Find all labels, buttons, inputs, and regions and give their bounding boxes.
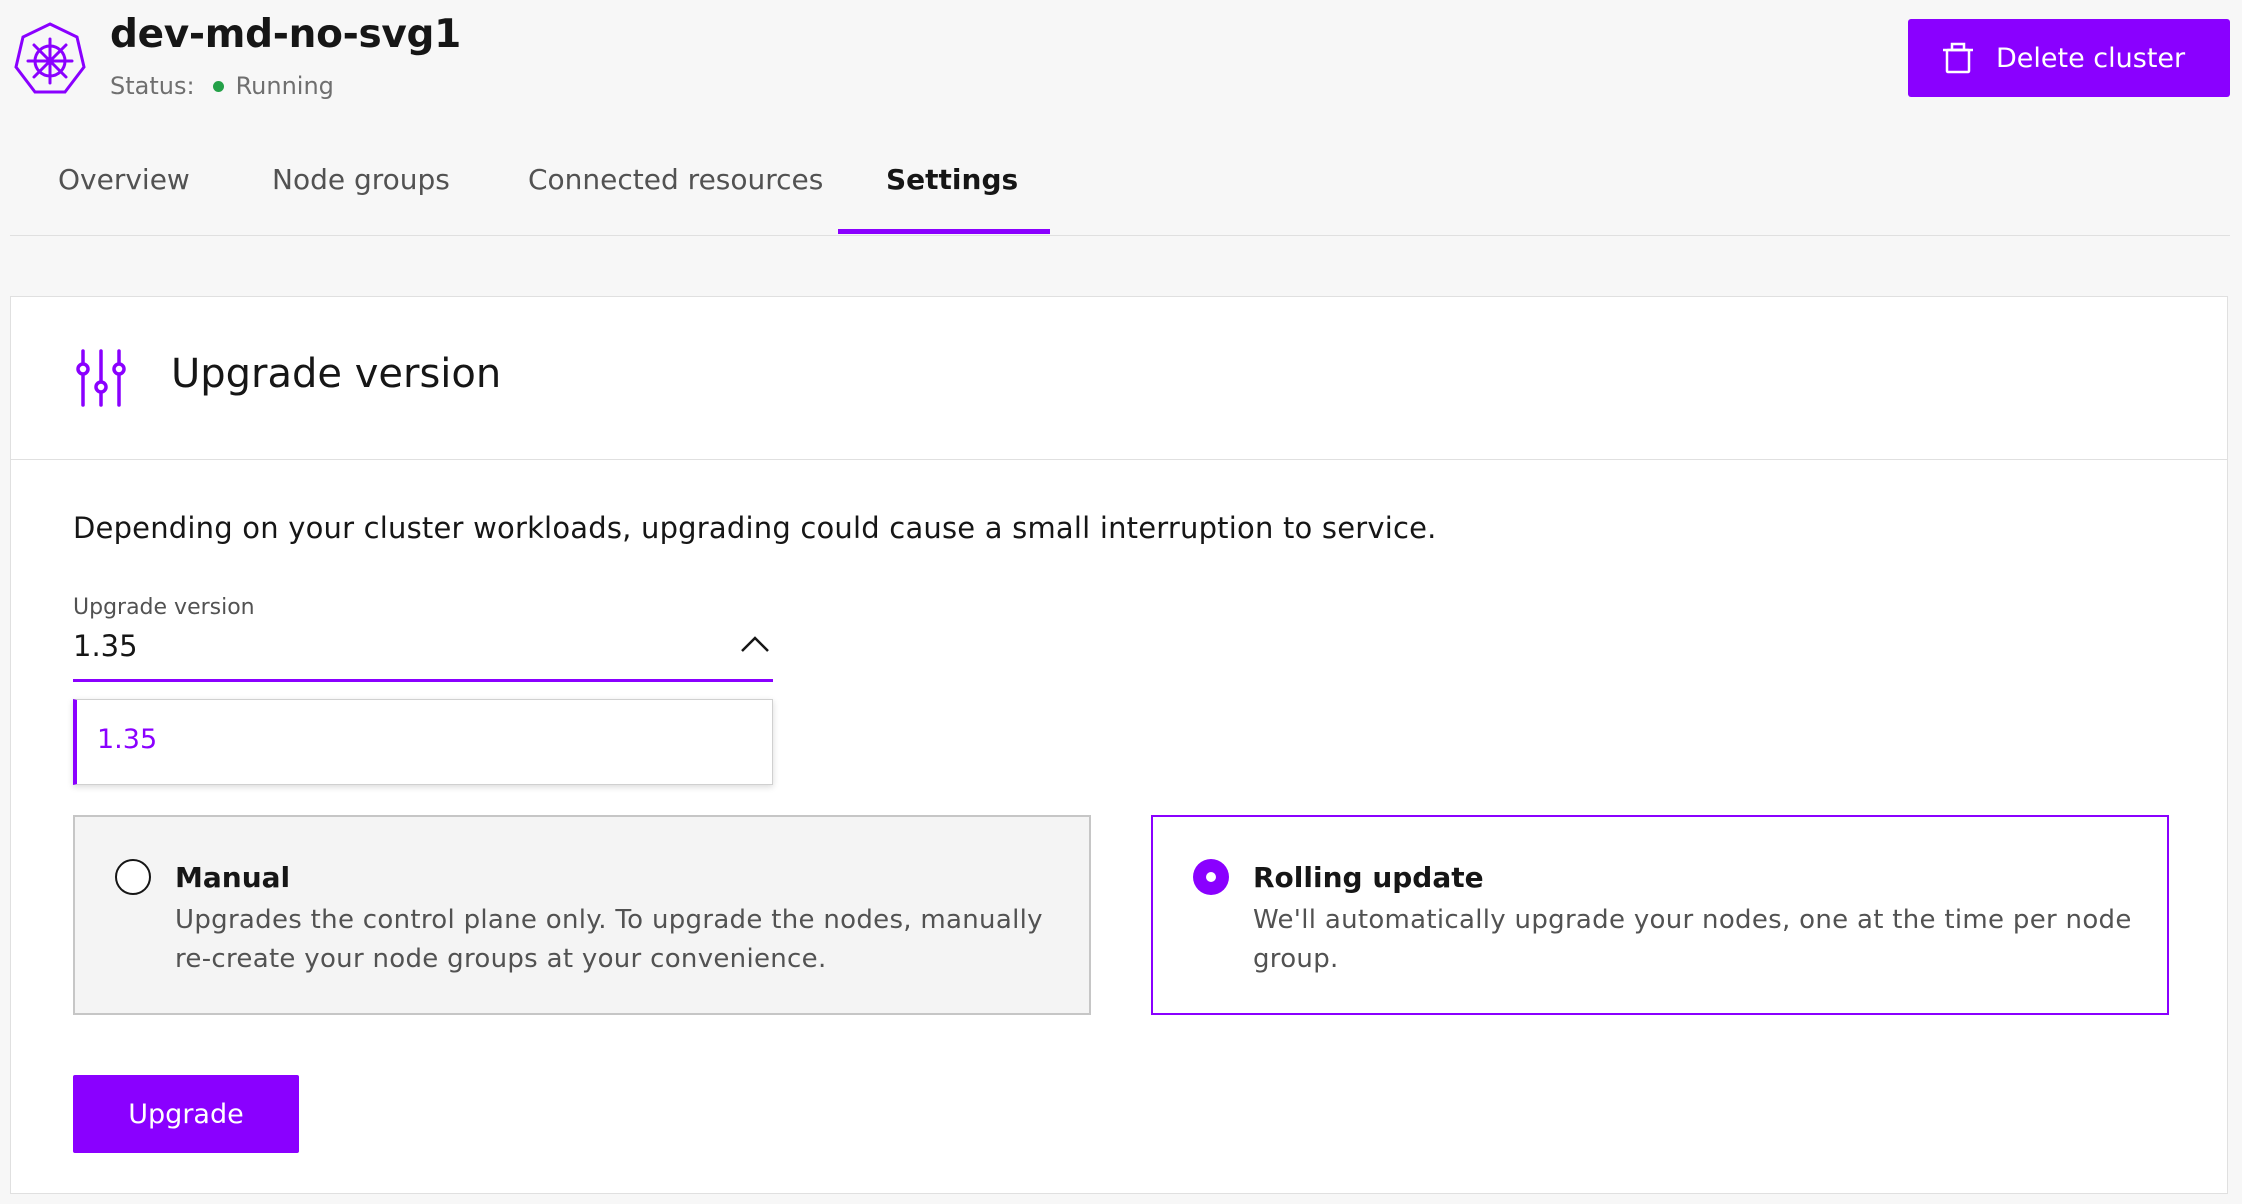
tab-overview[interactable]: Overview: [58, 150, 190, 233]
tab-bar: Overview Node groups Connected resources…: [10, 150, 2230, 236]
kubernetes-helm-icon: [14, 22, 86, 94]
manual-option-description: Upgrades the control plane only. To upgr…: [175, 905, 1043, 974]
rolling-update-radio[interactable]: [1193, 859, 1229, 895]
delete-cluster-button[interactable]: Delete cluster: [1908, 19, 2230, 97]
rolling-update-option-description: We'll automatically upgrade your nodes, …: [1253, 905, 2132, 974]
cluster-status: Status: Running: [110, 72, 334, 100]
upgrade-button[interactable]: Upgrade: [73, 1075, 299, 1153]
upgrade-version-select[interactable]: 1.35: [73, 625, 773, 682]
upgrade-description: Depending on your cluster workloads, upg…: [73, 511, 1437, 545]
version-dropdown-menu: 1.35: [73, 699, 773, 785]
manual-radio[interactable]: [115, 859, 151, 895]
tab-node-groups[interactable]: Node groups: [272, 150, 450, 233]
cluster-header: dev-md-no-svg1 Status: Running Delete cl…: [0, 0, 2242, 130]
rolling-update-option-title: Rolling update: [1253, 861, 1484, 894]
status-value: Running: [235, 72, 334, 100]
delete-cluster-label: Delete cluster: [1996, 42, 2186, 74]
tab-settings[interactable]: Settings: [886, 150, 1018, 233]
status-indicator-icon: [212, 80, 224, 92]
version-option[interactable]: 1.35: [97, 724, 157, 755]
chevron-up-icon: [741, 636, 769, 652]
sliders-icon: [76, 349, 126, 407]
trash-icon: [1943, 42, 1973, 74]
rolling-update-option[interactable]: Rolling update We'll automatically upgra…: [1151, 815, 2169, 1015]
upgrade-version-card: Upgrade version Depending on your cluste…: [10, 296, 2228, 1194]
card-header: Upgrade version: [11, 297, 2227, 460]
manual-option-title: Manual: [175, 861, 291, 894]
upgrade-version-label: Upgrade version: [73, 595, 255, 620]
card-title: Upgrade version: [171, 351, 502, 397]
selected-version: 1.35: [73, 629, 138, 663]
tab-connected-resources[interactable]: Connected resources: [528, 150, 823, 233]
cluster-name: dev-md-no-svg1: [110, 12, 461, 57]
status-label: Status:: [110, 72, 195, 100]
manual-upgrade-option[interactable]: Manual Upgrades the control plane only. …: [73, 815, 1091, 1015]
active-tab-indicator: [838, 229, 1050, 234]
